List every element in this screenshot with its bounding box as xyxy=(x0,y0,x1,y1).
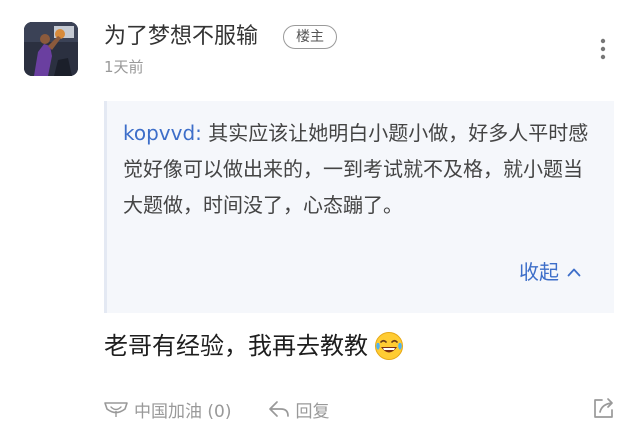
quote-body: kopvvd: 其实应该让她明白小题小做，好多人平时感觉好像可以做出来的，一到考… xyxy=(123,115,597,223)
post-time: 1天前 xyxy=(104,58,144,76)
reply-icon xyxy=(269,401,290,417)
author-name[interactable]: 为了梦想不服输 xyxy=(104,22,258,52)
collapse-button[interactable]: 收起 xyxy=(519,256,581,288)
cheer-button[interactable]: 中国加油 (0) xyxy=(102,397,231,422)
quote-author[interactable]: kopvvd: xyxy=(123,121,202,145)
quoted-comment: kopvvd: 其实应该让她明白小题小做，好多人平时感觉好像可以做出来的，一到考… xyxy=(104,101,614,313)
comment-card: 为了梦想不服输 楼主 1天前 kopvvd: 其实应该让她明白小题小做，好多人平… xyxy=(0,0,640,436)
share-button[interactable] xyxy=(591,395,617,421)
action-bar: 中国加油 (0) 回复 xyxy=(102,394,329,424)
cheer-label: 中国加油 (0) xyxy=(134,401,232,422)
reply-button[interactable]: 回复 xyxy=(267,397,329,422)
chevron-up-icon xyxy=(567,268,581,277)
avatar[interactable] xyxy=(24,22,78,76)
share-icon xyxy=(594,398,613,418)
more-vertical-icon xyxy=(600,38,606,60)
more-options-button[interactable] xyxy=(592,34,614,64)
laughing-tears-emoji-icon xyxy=(374,331,404,361)
reply-label: 回复 xyxy=(295,401,330,422)
op-badge: 楼主 xyxy=(283,25,337,49)
collapse-label: 收起 xyxy=(519,260,559,284)
reply-content: 老哥有经验，我再去教教 xyxy=(104,328,404,364)
reply-text: 老哥有经验，我再去教教 xyxy=(104,332,368,360)
avatar-basketball-player-icon xyxy=(24,22,78,76)
cheer-icon xyxy=(104,402,128,417)
